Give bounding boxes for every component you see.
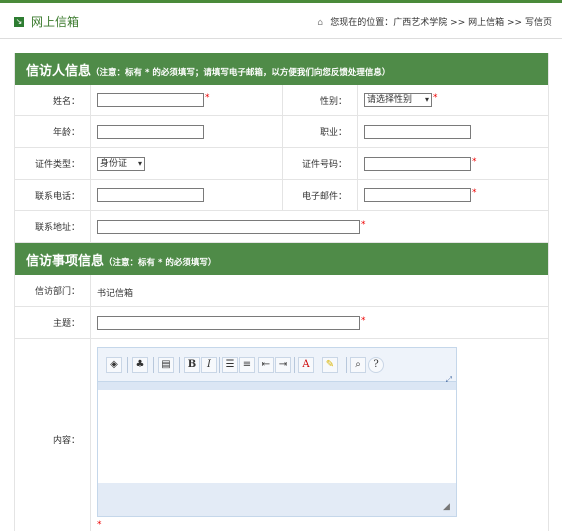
breadcrumb-item-mailbox[interactable]: 网上信箱: [468, 18, 504, 28]
breadcrumb-prefix: 您现在的位置：: [330, 18, 394, 28]
editor-strip: [98, 382, 456, 390]
address-input[interactable]: [97, 220, 360, 234]
occupation-label: 职业：: [319, 128, 347, 138]
id-type-select[interactable]: 身份证 ▾: [97, 157, 145, 171]
section-title: 信访人信息: [26, 64, 92, 79]
row-address: 联系地址： *: [15, 211, 548, 243]
subject-input[interactable]: [97, 316, 360, 330]
row-content: 内容： ◈ ♣ ▤ B I ☰ ≡ ⇤ ⇥ A ✎ ⌕ ? ⤢ ◢ *: [15, 339, 548, 531]
gender-label: 性别：: [319, 96, 347, 107]
name-input[interactable]: [97, 93, 204, 107]
row-age-occupation: 年龄： 职业：: [15, 116, 548, 148]
chevron-down-icon: ▾: [424, 95, 429, 104]
occupation-input[interactable]: [364, 125, 471, 139]
indent-icon[interactable]: ⇥: [275, 357, 291, 373]
editor-footer: ◢: [98, 483, 456, 516]
email-label: 电子邮件：: [301, 191, 347, 202]
required-mark: *: [472, 188, 477, 198]
content-label: 内容：: [52, 435, 80, 446]
row-phone-email: 联系电话： 电子邮件： *: [15, 180, 548, 211]
breadcrumb: ⌂ 您现在的位置：广西艺术学院 >> 网上信箱 >> 写信页: [317, 15, 552, 28]
required-mark: *: [472, 157, 477, 167]
find-icon[interactable]: ⌕: [350, 357, 366, 373]
email-input[interactable]: [364, 188, 471, 202]
content-textarea[interactable]: [98, 390, 456, 485]
phone-label: 联系电话：: [34, 191, 80, 202]
outdent-icon[interactable]: ⇤: [258, 357, 274, 373]
name-label: 姓名：: [52, 96, 80, 107]
id-number-input[interactable]: [364, 157, 471, 171]
row-department: 信访部门： 书记信箱: [15, 275, 548, 307]
chevron-down-icon: ▾: [137, 159, 142, 168]
breadcrumb-item-school[interactable]: 广西艺术学院: [393, 18, 447, 28]
required-mark: *: [205, 93, 210, 103]
breadcrumb-item-write: 写信页: [524, 18, 552, 28]
template-icon[interactable]: ▤: [158, 357, 174, 373]
required-mark: *: [361, 316, 366, 326]
breadcrumb-separator: >>: [450, 18, 466, 28]
gender-select[interactable]: 请选择性别 ▾: [364, 93, 432, 107]
ordered-list-icon[interactable]: ☰: [222, 357, 238, 373]
breadcrumb-separator: >>: [507, 18, 523, 28]
row-subject: 主题： *: [15, 307, 548, 339]
mailbox-icon: ↘: [14, 17, 24, 27]
section-title: 信访事项信息: [26, 254, 105, 269]
page-header: ↘ 网上信箱 ⌂ 您现在的位置：广西艺术学院 >> 网上信箱 >> 写信页: [0, 3, 562, 39]
font-color-icon[interactable]: A: [298, 357, 314, 373]
bold-icon[interactable]: B: [184, 357, 200, 373]
row-id: 证件类型： 身份证 ▾ 证件号码： *: [15, 148, 548, 180]
id-number-label: 证件号码：: [301, 160, 347, 170]
department-value: 书记信箱: [97, 289, 134, 299]
preview-icon[interactable]: ♣: [132, 357, 148, 373]
home-icon: ⌂: [317, 18, 323, 28]
required-mark: *: [433, 93, 438, 103]
about-icon[interactable]: ?: [368, 357, 384, 373]
highlight-icon[interactable]: ✎: [322, 357, 338, 373]
source-icon[interactable]: ◈: [106, 357, 122, 373]
address-label: 联系地址：: [34, 223, 80, 233]
unordered-list-icon[interactable]: ≡: [239, 357, 255, 373]
page-title: 网上信箱: [31, 15, 80, 29]
section-petitioner-info: 信访人信息（注意：标有 * 的必须填写；请填写电子邮箱，以方便我们向您反馈处理信…: [15, 53, 548, 85]
resize-handle-icon[interactable]: ◢: [443, 503, 452, 512]
id-type-label: 证件类型：: [34, 160, 80, 170]
italic-icon[interactable]: I: [201, 357, 217, 373]
department-label: 信访部门：: [34, 287, 80, 297]
required-mark: *: [361, 220, 366, 230]
section-note: （注意：标有 * 的必须填写；请填写电子邮箱，以方便我们向您反馈处理信息）: [91, 68, 391, 78]
required-mark: *: [97, 520, 102, 530]
row-name-gender: 姓名： * 性别： 请选择性别 ▾ *: [15, 85, 548, 116]
section-matter-info: 信访事项信息（注意：标有 * 的必须填写）: [15, 243, 548, 275]
age-label: 年龄：: [52, 128, 80, 138]
phone-input[interactable]: [97, 188, 204, 202]
editor-toolbar: ◈ ♣ ▤ B I ☰ ≡ ⇤ ⇥ A ✎ ⌕ ? ⤢: [98, 348, 456, 384]
subject-label: 主题：: [52, 319, 80, 329]
rich-text-editor: ◈ ♣ ▤ B I ☰ ≡ ⇤ ⇥ A ✎ ⌕ ? ⤢ ◢: [97, 347, 457, 517]
letter-form: 信访人信息（注意：标有 * 的必须填写；请填写电子邮箱，以方便我们向您反馈处理信…: [14, 53, 549, 531]
section-note: （注意：标有 * 的必须填写）: [104, 258, 217, 268]
age-input[interactable]: [97, 125, 204, 139]
